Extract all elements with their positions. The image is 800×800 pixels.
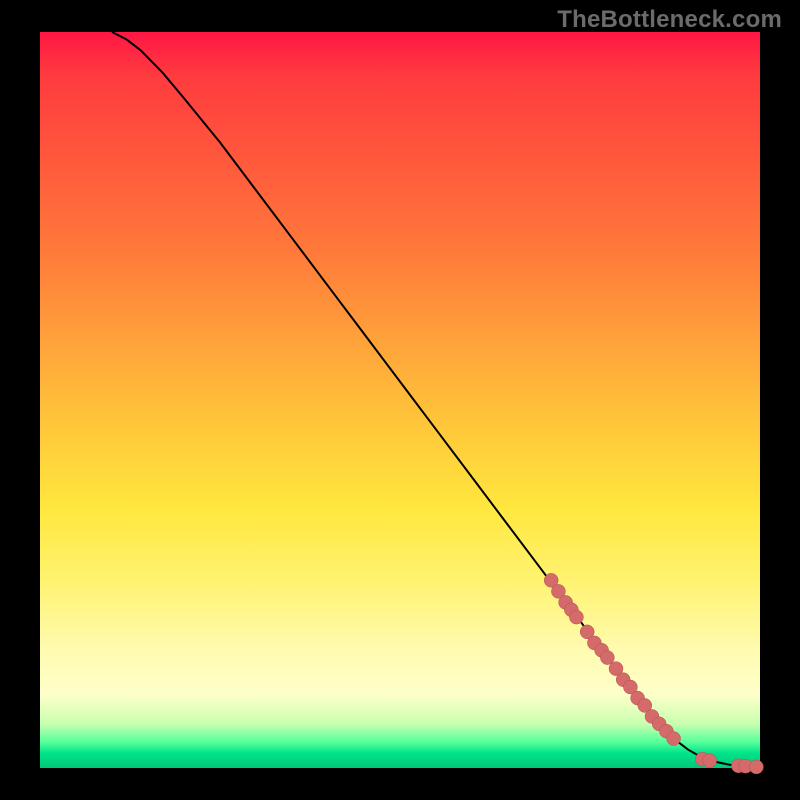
highlight-dot — [749, 760, 763, 774]
chart-svg — [40, 32, 760, 768]
watermark-text: TheBottleneck.com — [557, 6, 782, 34]
highlight-dot — [667, 732, 681, 746]
chart-frame: TheBottleneck.com — [0, 0, 800, 800]
plot-area — [40, 32, 760, 768]
highlight-dots — [544, 573, 763, 774]
bottleneck-curve — [112, 32, 760, 767]
highlight-dot — [569, 610, 583, 624]
highlight-dot — [703, 754, 717, 768]
